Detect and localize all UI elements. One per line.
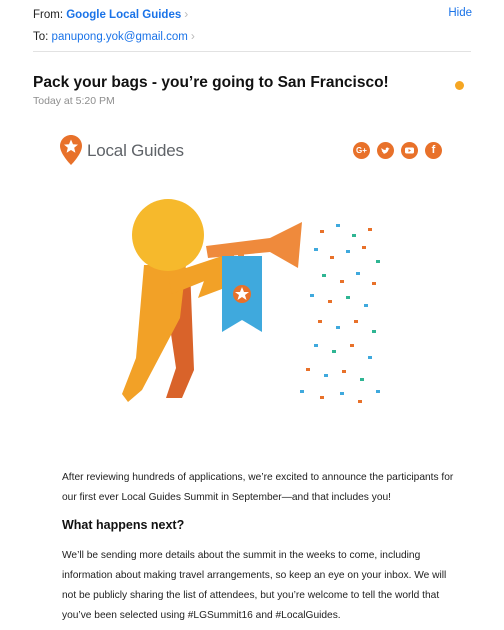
- from-label: From:: [33, 9, 64, 21]
- facebook-icon[interactable]: f: [425, 142, 442, 159]
- unread-indicator[interactable]: [455, 81, 464, 90]
- local-guides-logo-icon[interactable]: [60, 135, 82, 165]
- details-line-1: We’ll be sending more details about the …: [62, 550, 421, 561]
- email-date: Today at 5:20 PM: [33, 95, 115, 107]
- from-row: From: Google Local Guides ›: [33, 7, 188, 21]
- email-subject: Pack your bags - you’re going to San Fra…: [33, 74, 389, 91]
- header-divider: [33, 51, 471, 52]
- brand-name: Local Guides: [87, 141, 184, 160]
- section-heading: What happens next?: [62, 518, 185, 532]
- twitter-icon[interactable]: [377, 142, 394, 159]
- details-line-2: information about making travel arrangem…: [62, 570, 447, 581]
- google-plus-icon[interactable]: G+: [353, 142, 370, 159]
- hide-button[interactable]: Hide: [448, 7, 472, 19]
- intro-line-2: our first ever Local Guides Summit in Se…: [62, 492, 391, 503]
- intro-line-1: After reviewing hundreds of applications…: [62, 472, 454, 483]
- chevron-right-icon[interactable]: ›: [191, 29, 195, 43]
- chevron-right-icon[interactable]: ›: [184, 7, 188, 21]
- details-line-3: not be publicly sharing the list of atte…: [62, 590, 440, 601]
- to-row: To: panupong.yok@gmail.com ›: [33, 29, 195, 43]
- recipient-address[interactable]: panupong.yok@gmail.com: [52, 31, 188, 43]
- sender-name[interactable]: Google Local Guides: [66, 9, 181, 21]
- to-label: To:: [33, 31, 49, 43]
- youtube-icon[interactable]: [401, 142, 418, 159]
- intro-paragraph: After reviewing hundreds of applications…: [62, 468, 462, 508]
- details-line-4: you’ve been selected using #LGSummit16 a…: [62, 610, 341, 621]
- trumpet-figure-illustration: [122, 199, 380, 403]
- details-paragraph: We’ll be sending more details about the …: [62, 546, 462, 626]
